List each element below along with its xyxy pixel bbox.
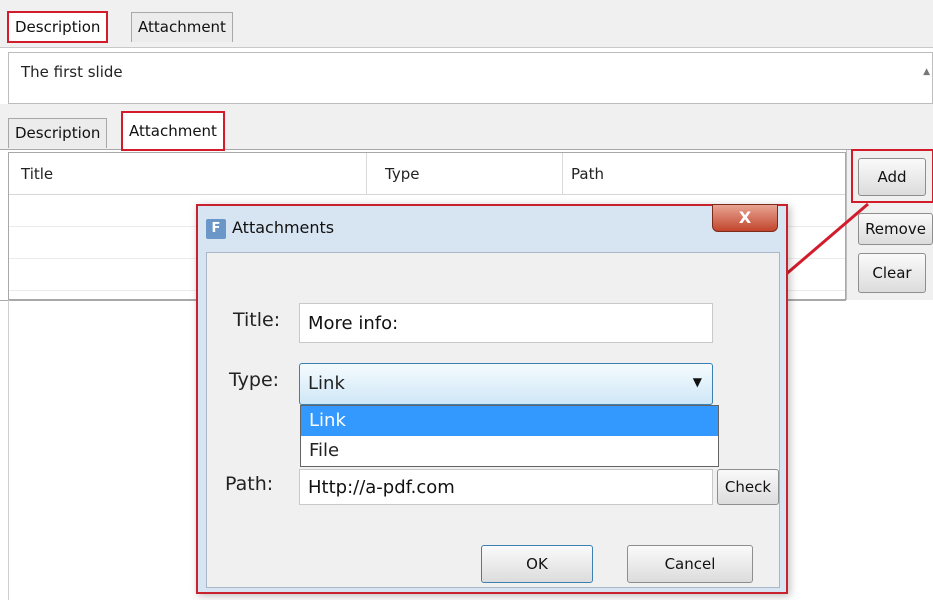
tab-attachment-2[interactable]: Attachment — [121, 111, 225, 151]
clear-button[interactable]: Clear — [858, 253, 926, 293]
scroll-up-icon[interactable]: ▲ — [923, 67, 930, 77]
tab-description[interactable]: Description — [6, 11, 109, 43]
path-input[interactable] — [299, 469, 713, 505]
ok-button[interactable]: OK — [481, 545, 593, 583]
type-dropdown[interactable]: Link ▼ — [299, 363, 713, 405]
type-options-list: Link File — [300, 405, 719, 467]
add-button[interactable]: Add — [858, 158, 926, 196]
top-tab-strip: Description Attachment — [0, 0, 933, 48]
title-label: Title: — [233, 309, 281, 331]
table-header: Title Type Path — [9, 153, 845, 195]
column-header-title[interactable]: Title — [9, 153, 367, 195]
remove-button[interactable]: Remove — [858, 213, 933, 245]
tab-description-2[interactable]: Description — [8, 118, 108, 148]
dialog-body: Title: Type: Link ▼ Link File Path: Chec… — [206, 252, 780, 588]
column-header-type[interactable]: Type — [367, 153, 563, 195]
attachment-tab-strip: Description Attachment — [0, 104, 933, 151]
title-input[interactable] — [299, 303, 713, 343]
check-button[interactable]: Check — [717, 469, 779, 505]
attachments-dialog: F Attachments X Title: Type: Link ▼ Link… — [196, 204, 788, 594]
tab-attachment[interactable]: Attachment — [131, 12, 233, 42]
column-header-path[interactable]: Path — [563, 153, 847, 195]
chevron-down-icon[interactable]: ▼ — [693, 375, 702, 389]
type-selected-value: Link — [308, 373, 345, 394]
option-link[interactable]: Link — [301, 406, 718, 436]
app-icon: F — [206, 219, 226, 239]
description-textarea[interactable]: The first slide ▲ — [8, 52, 933, 104]
path-label: Path: — [225, 473, 274, 495]
type-label: Type: — [229, 369, 280, 391]
close-icon[interactable]: X — [712, 204, 778, 232]
panel-edge — [8, 300, 9, 600]
option-file[interactable]: File — [301, 436, 718, 466]
dialog-title: Attachments — [232, 218, 335, 237]
description-text: The first slide — [21, 63, 123, 81]
cancel-button[interactable]: Cancel — [627, 545, 753, 583]
